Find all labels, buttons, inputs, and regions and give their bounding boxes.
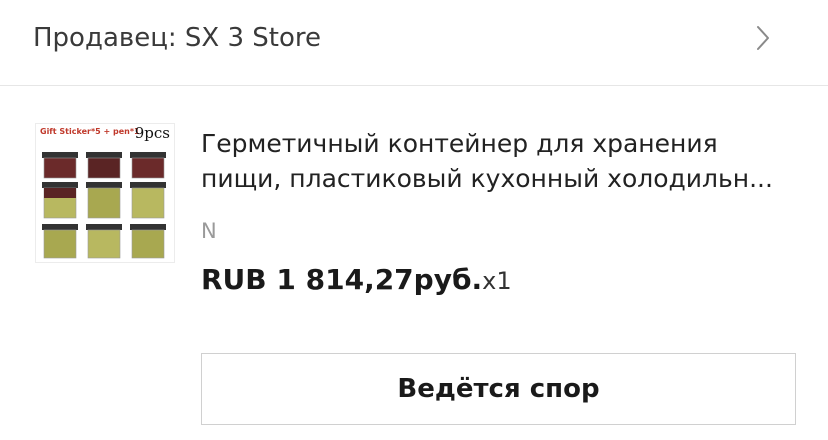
product-variant: N	[201, 219, 217, 243]
seller-row[interactable]: Продавец: SX 3 Store	[0, 0, 828, 86]
product-row: Gift Sticker*5 + pen*1 9pcs Герметичный …	[0, 87, 828, 440]
product-quantity: x1	[482, 267, 512, 295]
product-thumbnail[interactable]: Gift Sticker*5 + pen*1 9pcs	[35, 123, 175, 263]
containers-image	[42, 152, 166, 259]
product-title-line-1: Герметичный контейнер для хранения	[201, 129, 718, 158]
dispute-in-progress-button[interactable]: Ведётся спор	[201, 353, 796, 425]
product-title-line-2: пищи, пластиковый кухонный холодильн...	[201, 164, 773, 193]
seller-label: Продавец: SX 3 Store	[33, 23, 322, 53]
product-title[interactable]: Герметичный контейнер для хранения пищи,…	[201, 126, 801, 196]
price-row: RUB 1 814,27руб.x1	[201, 263, 512, 296]
chevron-right-icon	[757, 26, 769, 50]
product-price: RUB 1 814,27руб.	[201, 263, 483, 296]
order-item-card: Продавец: SX 3 Store Gift Sticker*5 + pe…	[0, 0, 828, 440]
